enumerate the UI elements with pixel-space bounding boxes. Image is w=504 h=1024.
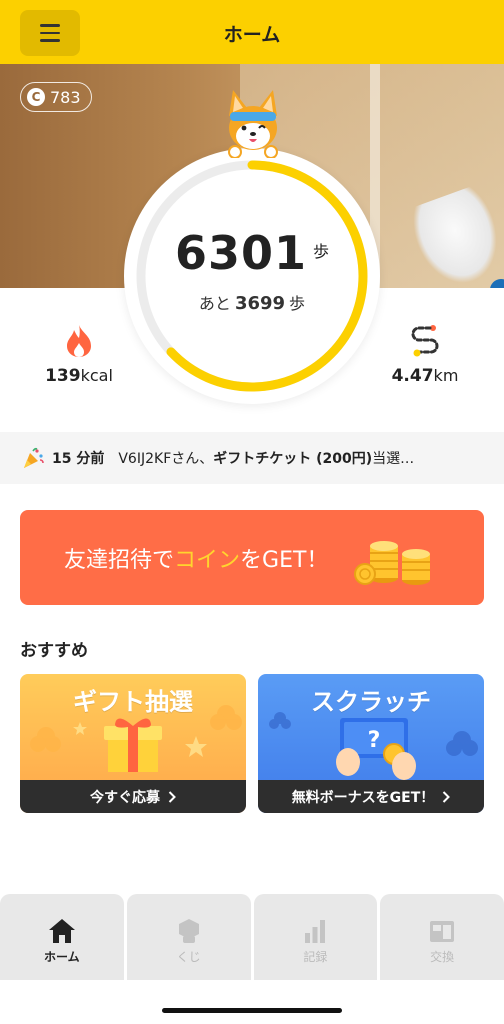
apply-now-button[interactable]: 今すぐ応募 — [20, 780, 246, 813]
distance-value: 4.47 — [391, 366, 434, 386]
coin-balance: 783 — [50, 87, 81, 107]
step-progress-ring[interactable]: 6301 歩 あと 3699 歩 — [124, 148, 380, 404]
tab-exchange[interactable]: 交換 — [380, 894, 504, 980]
route-icon — [411, 325, 439, 357]
mascot-dog-icon — [228, 90, 278, 158]
gift-card-title: ギフト抽選 — [73, 688, 193, 716]
step-unit: 歩 — [313, 242, 330, 261]
home-indicator — [162, 1008, 342, 1013]
scratch-card[interactable]: ? スクラッチ 無料ボーナスをGET！ — [258, 674, 484, 813]
distance-stat: 4.47km — [370, 324, 480, 386]
flame-icon — [67, 325, 91, 357]
calories-value: 139 — [45, 366, 81, 386]
coin-balance-badge[interactable]: C 783 — [20, 82, 92, 112]
recommend-section-title: おすすめ — [20, 641, 88, 661]
bottom-tab-bar: ホーム くじ 記録 交換 — [0, 894, 504, 980]
bar-chart-icon — [305, 920, 326, 943]
invite-friends-banner[interactable]: 友達招待で コイン をGET！ — [20, 510, 484, 605]
winner-ticker[interactable]: 15 分前 V6IJ2KFさん、ギフトチケット (200円)当選… — [0, 432, 504, 484]
home-icon — [48, 919, 75, 943]
scratch-card-title: スクラッチ — [311, 688, 431, 716]
ticker-message: V6IJ2KFさん、ギフトチケット (200円)当選… — [118, 451, 415, 467]
calories-stat: 139kcal — [24, 324, 134, 386]
remaining-steps: あと 3699 歩 — [198, 293, 306, 314]
coin-stack-icon — [354, 541, 430, 585]
tab-home[interactable]: ホーム — [0, 894, 124, 980]
chevron-right-icon — [443, 790, 451, 803]
app-header: ホーム — [0, 0, 504, 64]
chevron-right-icon — [168, 790, 176, 803]
get-bonus-button[interactable]: 無料ボーナスをGET！ — [258, 780, 484, 813]
exchange-icon — [430, 921, 455, 942]
lottery-icon — [178, 919, 199, 943]
svg-text:?: ? — [368, 728, 381, 753]
party-popper-icon — [24, 447, 44, 468]
step-count: 6301 — [174, 226, 307, 280]
page-title: ホーム — [223, 24, 281, 46]
gift-lottery-card[interactable]: ギフト抽選 今すぐ応募 — [20, 674, 246, 813]
ticker-time: 15 分前 — [52, 451, 105, 467]
home-screen: ホーム C 783 6301 歩 あと 3699 歩 139kcal 4.47k… — [0, 0, 504, 1024]
coin-icon: C — [27, 88, 45, 106]
tab-lottery[interactable]: くじ — [126, 894, 251, 980]
tab-records[interactable]: 記録 — [253, 894, 378, 980]
